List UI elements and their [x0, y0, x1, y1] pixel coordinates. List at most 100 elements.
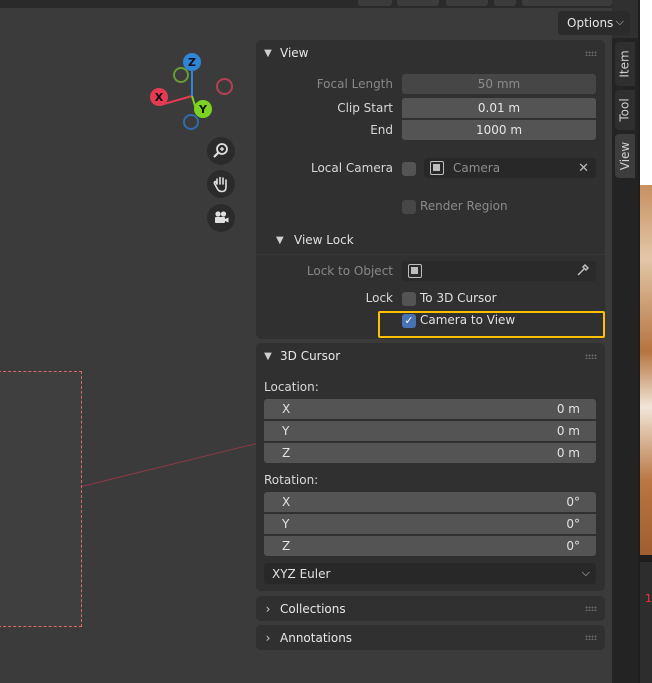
rotation-z-field[interactable]: Z 0° [264, 536, 596, 556]
axis-label: X [282, 402, 291, 416]
x-axis-label: X [154, 90, 164, 104]
drag-grip-icon[interactable] [585, 606, 597, 611]
highlight-box [378, 311, 605, 338]
collections-panel-header[interactable]: › Collections [256, 596, 605, 621]
chevron-down-icon: ▼ [264, 47, 272, 59]
rotation-mode-dropdown[interactable]: XYZ Euler ⌵ [264, 563, 596, 584]
axis-label: Y [282, 517, 290, 531]
annotations-panel-header[interactable]: › Annotations [256, 625, 605, 650]
tab-tool[interactable]: Tool [615, 90, 635, 130]
lock-label: Lock [365, 291, 393, 305]
neg-x-axis-ball[interactable] [216, 78, 233, 95]
rotation-label: Rotation: [264, 473, 319, 487]
lock-to-object-field[interactable] [402, 261, 596, 281]
z-axis-label: Z [188, 55, 196, 69]
local-camera-label: Local Camera [310, 161, 393, 175]
panel-title: Annotations [280, 630, 353, 645]
chevron-right-icon: › [265, 630, 271, 645]
header-button[interactable] [494, 0, 516, 6]
tab-view[interactable]: View [615, 134, 635, 178]
shading-buttons[interactable] [522, 0, 612, 6]
header-bar [0, 0, 612, 8]
image-preview-bottom [640, 562, 652, 683]
divider [264, 441, 596, 443]
to-3d-cursor-checkbox[interactable] [402, 292, 416, 306]
collections-panel[interactable]: › Collections [256, 596, 605, 621]
tab-item[interactable]: Item [615, 42, 635, 86]
axis-label: Z [282, 539, 291, 553]
rotation-mode-value: XYZ Euler [272, 566, 331, 581]
panel-title: 3D Cursor [280, 349, 341, 363]
axis-label: Y [282, 424, 290, 438]
header-button[interactable] [397, 0, 439, 6]
y-axis-ball[interactable]: Y [194, 100, 212, 118]
object-icon [430, 161, 444, 175]
local-camera-value: Camera [453, 161, 501, 175]
image-preview-top [640, 0, 652, 185]
subpanel-title: View Lock [294, 233, 354, 247]
header-button[interactable] [446, 0, 488, 6]
chevron-down-icon: ▼ [276, 234, 284, 246]
axis-label: Z [282, 446, 291, 460]
divider [264, 534, 596, 536]
location-z-field[interactable]: Z 0 m [264, 443, 596, 463]
options-dropdown[interactable]: Options ⌵ [558, 11, 630, 35]
divider [264, 419, 596, 421]
to-3d-cursor-label: To 3D Cursor [420, 291, 497, 305]
axis-value: 0 m [556, 424, 580, 438]
divider [256, 254, 605, 255]
neg-z-axis-ball[interactable] [183, 114, 199, 130]
z-axis-ball[interactable]: Z [183, 53, 201, 71]
location-y-field[interactable]: Y 0 m [264, 421, 596, 441]
view-panel-header[interactable]: ▼ View [256, 40, 605, 66]
view-lock-header[interactable]: ▼ View Lock [276, 233, 354, 247]
drag-grip-icon[interactable] [585, 51, 597, 56]
rotation-x-field[interactable]: X 0° [264, 492, 596, 512]
chevron-right-icon: › [265, 601, 271, 616]
hand-pan-icon[interactable] [207, 170, 235, 198]
y-axis-label: Y [199, 102, 207, 116]
divider [264, 512, 596, 514]
axis-label: X [282, 495, 291, 509]
annotations-panel[interactable]: › Annotations [256, 625, 605, 650]
chevron-down-icon: ⌵ [581, 566, 590, 579]
render-region-label: Render Region [420, 199, 508, 213]
axis-value: 0 m [556, 402, 580, 416]
axis-value: 0° [566, 517, 580, 531]
location-label: Location: [264, 380, 319, 394]
focal-length-field[interactable]: 50 mm [402, 74, 596, 94]
location-x-field[interactable]: X 0 m [264, 399, 596, 419]
chevron-down-icon: ⌵ [615, 15, 624, 28]
camera-frame [0, 371, 82, 627]
clip-end-label: End [370, 123, 393, 137]
3d-cursor-panel-header[interactable]: ▼ 3D Cursor [256, 343, 605, 369]
render-region-checkbox[interactable] [402, 200, 416, 214]
eyedropper-icon[interactable] [576, 263, 590, 280]
edge-text: 1 [645, 592, 652, 605]
clip-start-field[interactable]: 0.01 m [402, 98, 596, 118]
axis-value: 0° [566, 539, 580, 553]
rotation-y-field[interactable]: Y 0° [264, 514, 596, 534]
lock-to-object-label: Lock to Object [306, 264, 393, 278]
camera-view-icon[interactable] [207, 204, 235, 232]
local-camera-field[interactable]: Camera ✕ [424, 158, 596, 178]
tab-view-label: View [618, 141, 633, 171]
axis-value: 0° [566, 495, 580, 509]
sidebar-tabs: Item Tool View [612, 38, 638, 683]
local-camera-checkbox[interactable] [402, 162, 416, 176]
drag-grip-icon[interactable] [585, 354, 597, 359]
tab-item-label: Item [618, 50, 633, 78]
panel-title: Collections [280, 601, 346, 616]
header-button[interactable] [358, 0, 392, 6]
object-icon [408, 264, 422, 278]
drag-grip-icon[interactable] [585, 635, 597, 640]
clip-end-field[interactable]: 1000 m [402, 120, 596, 140]
x-axis-ball[interactable]: X [150, 88, 168, 106]
clear-x-icon[interactable]: ✕ [578, 161, 589, 176]
tab-tool-label: Tool [618, 98, 632, 122]
clip-start-label: Clip Start [337, 101, 393, 115]
zoom-icon[interactable] [207, 137, 235, 165]
axis-value: 0 m [556, 446, 580, 460]
panel-title: View [280, 46, 309, 60]
image-preview [640, 185, 652, 555]
